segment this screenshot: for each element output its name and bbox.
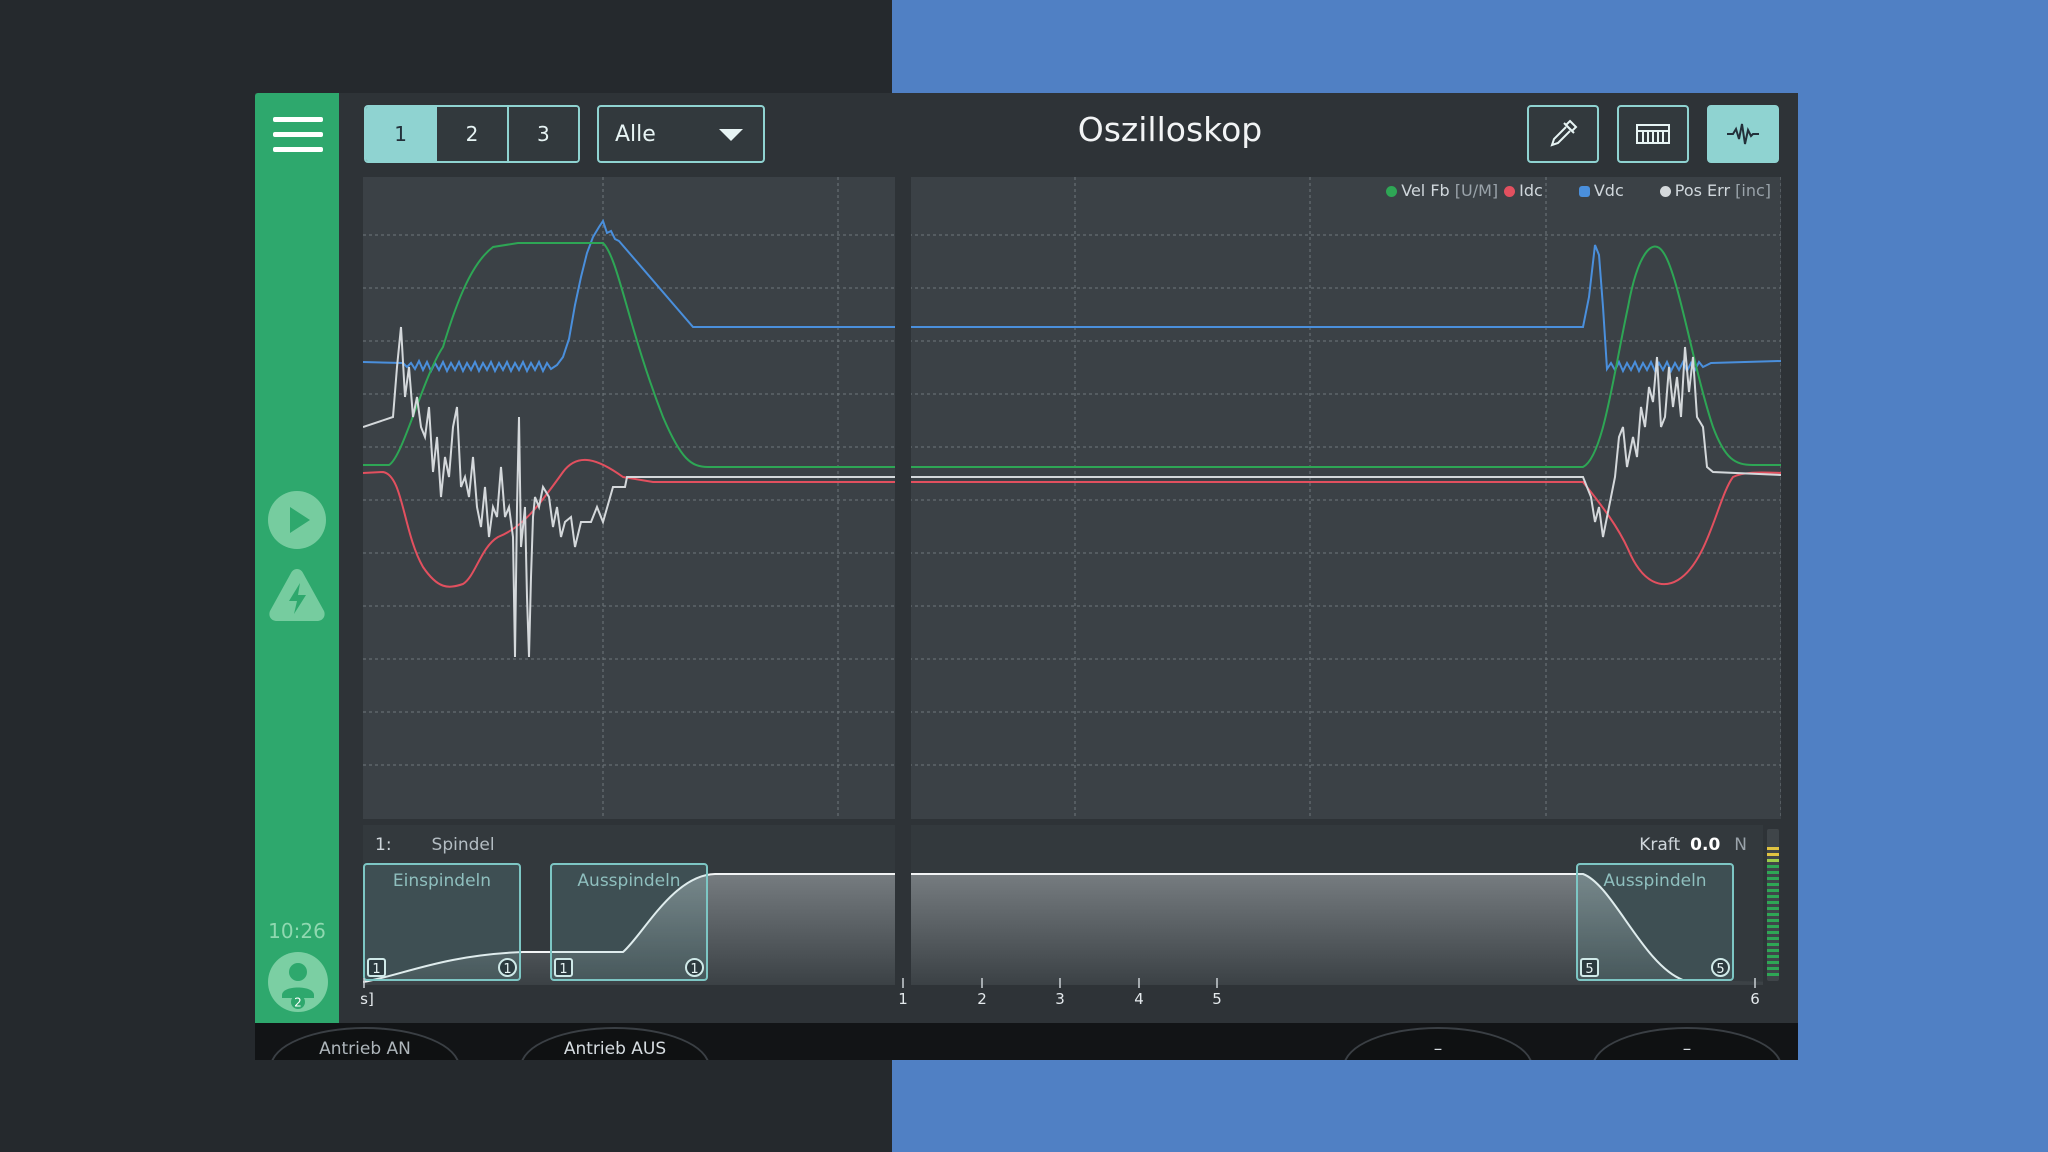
plot-legend: Vel Fb [U/M] Idc Vdc Pos Err [inc]: [1386, 181, 1771, 200]
segment-label: Ausspindeln: [577, 871, 681, 891]
segment-end-badge: 1: [685, 958, 704, 977]
user-badge-count: 2: [294, 996, 302, 1010]
force-label: Kraft: [1639, 835, 1681, 855]
force-readout: Kraft 0.0 N: [1639, 835, 1747, 855]
soft-button-4[interactable]: –: [1592, 1027, 1782, 1060]
timeline-header: 1: Spindel: [375, 835, 495, 855]
tick-label: 3: [1055, 990, 1065, 1008]
force-unit: N: [1734, 835, 1747, 855]
legend-item-vdc[interactable]: Vdc: [1578, 181, 1624, 200]
waveform-icon: [1727, 123, 1759, 145]
filter-dropdown[interactable]: Alle: [597, 105, 765, 163]
segment-end-badge: 5: [1711, 958, 1730, 977]
plot-canvas: [363, 177, 1781, 819]
filter-dropdown-value: Alle: [615, 122, 656, 147]
channel-tabs: 1 2 3: [364, 105, 580, 163]
user-avatar-icon[interactable]: 2: [267, 951, 329, 1013]
tab-3[interactable]: 3: [508, 107, 578, 161]
legend-item-pos-err[interactable]: Pos Err [inc]: [1659, 181, 1771, 200]
segment-einspindeln[interactable]: Einspindeln 1 1: [363, 863, 521, 981]
segment-start-badge: 1: [367, 958, 386, 977]
page-title: Oszilloskop: [1077, 110, 1263, 149]
segment-label: Einspindeln: [392, 871, 492, 891]
power-warning-icon[interactable]: [267, 565, 327, 625]
pipette-button[interactable]: [1527, 105, 1599, 163]
ruler-button[interactable]: [1617, 105, 1689, 163]
play-icon[interactable]: [267, 490, 327, 550]
tab-2[interactable]: 2: [437, 107, 509, 161]
pos-err-trace: [363, 326, 1781, 658]
tick-label: s]: [360, 990, 374, 1008]
ruler-icon: [1636, 124, 1670, 144]
segment-ausspindeln-1[interactable]: Ausspindeln 1 1: [550, 863, 708, 981]
drive-on-button[interactable]: Antrieb AN: [270, 1027, 460, 1060]
time-axis-ticks: [363, 978, 1756, 988]
vel-fb-trace: [363, 242, 1781, 468]
legend-item-idc[interactable]: Idc: [1504, 181, 1543, 200]
sidebar: 10:26 2: [255, 93, 339, 1023]
tick-label: 5: [1212, 990, 1222, 1008]
time-axis: s] 1 2 3 4 5 6: [360, 978, 1781, 1008]
timeline-index: 1:: [375, 835, 392, 855]
pipette-icon: [1550, 119, 1578, 147]
tick-label: 4: [1134, 990, 1144, 1008]
idc-trace: [363, 458, 1781, 588]
tab-1[interactable]: 1: [366, 107, 438, 161]
clock-time: 10:26: [268, 919, 326, 943]
bottom-button-bar: Antrieb AN Antrieb AUS – –: [255, 1023, 1798, 1060]
oscilloscope-plot[interactable]: Vel Fb [U/M] Idc Vdc Pos Err [inc]: [363, 177, 1781, 819]
segment-ausspindeln-2[interactable]: Ausspindeln 5 5: [1576, 863, 1734, 981]
sequence-timeline[interactable]: 1: Spindel Kraft 0.0 N Einspindeln 1 1 Auss…: [363, 825, 1781, 985]
segment-end-badge: 1: [498, 958, 517, 977]
segment-start-badge: 1: [554, 958, 573, 977]
hamburger-icon[interactable]: [273, 117, 323, 155]
force-value: 0.0: [1690, 835, 1721, 855]
segment-start-badge: 5: [1580, 958, 1599, 977]
segment-label: Ausspindeln: [1603, 871, 1707, 891]
drive-off-button[interactable]: Antrieb AUS: [520, 1027, 710, 1060]
device-frame: 10:26 2 1 2 3 Alle Oszilloskop Vel Fb [U…: [255, 93, 1798, 1060]
chevron-down-icon: [719, 129, 743, 141]
tick-label: 2: [977, 990, 987, 1008]
tick-label: 6: [1750, 990, 1760, 1008]
timeline-section: Spindel: [431, 835, 495, 855]
app-screen: 10:26 2 1 2 3 Alle Oszilloskop Vel Fb [U…: [255, 93, 1798, 1023]
soft-button-3[interactable]: –: [1343, 1027, 1533, 1060]
tick-label: 1: [898, 990, 908, 1008]
waveform-button[interactable]: [1707, 105, 1779, 163]
legend-item-vel-fb[interactable]: Vel Fb [U/M]: [1386, 181, 1498, 200]
